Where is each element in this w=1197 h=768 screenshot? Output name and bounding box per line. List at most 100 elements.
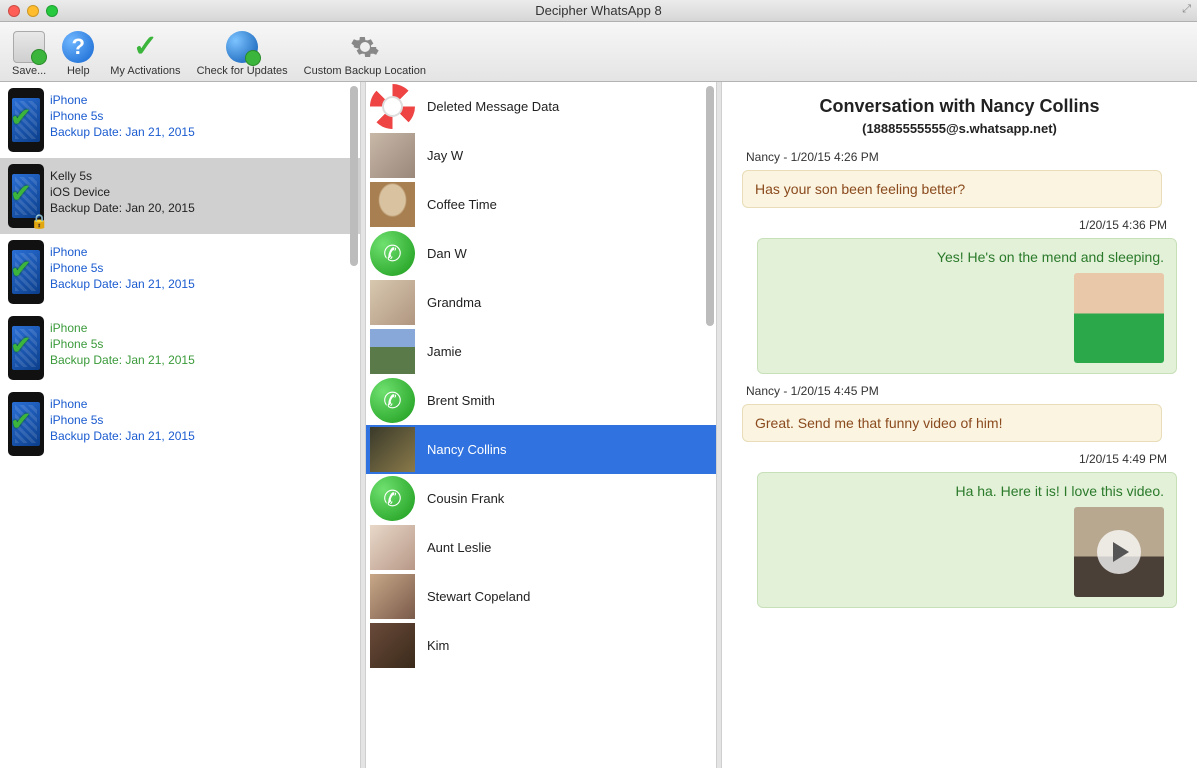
device-text: iPhoneiPhone 5sBackup Date: Jan 21, 2015 <box>50 316 195 380</box>
lifebuoy-icon <box>370 84 415 129</box>
conversation-title: Conversation with Nancy Collins <box>742 96 1177 117</box>
phone-icon: ✔ <box>8 88 44 152</box>
contact-name: Aunt Leslie <box>427 540 491 555</box>
contact-name: Dan W <box>427 246 467 261</box>
check-overlay-icon: ✔ <box>10 406 32 437</box>
device-date: Backup Date: Jan 20, 2015 <box>50 200 195 216</box>
window-title: Decipher WhatsApp 8 <box>0 3 1197 18</box>
message-text: Has your son been feeling better? <box>755 181 1149 197</box>
contact-name: Nancy Collins <box>427 442 506 457</box>
contact-item[interactable]: ✆Dan W <box>366 229 716 278</box>
message-outgoing: Ha ha. Here it is! I love this video. <box>757 472 1177 608</box>
device-item[interactable]: ✔iPhoneiPhone 5sBackup Date: Jan 21, 201… <box>0 82 360 158</box>
backup-location-button[interactable]: Custom Backup Location <box>298 25 432 79</box>
contact-item[interactable]: ✆ Brent Smith <box>366 376 716 425</box>
lock-icon: 🔒 <box>31 213 48 230</box>
avatar-icon <box>370 133 415 178</box>
check-overlay-icon: ✔ <box>10 178 32 209</box>
conversation-subtitle: (18885555555@s.whatsapp.net) <box>742 121 1177 136</box>
toolbar: Save... ? Help ✓ My Activations Check fo… <box>0 22 1197 82</box>
video-attachment[interactable] <box>1074 507 1164 597</box>
contact-name: Cousin Frank <box>427 491 504 506</box>
device-item[interactable]: ✔ iPhoneiPhone 5sBackup Date: Jan 21, 201… <box>0 386 360 462</box>
save-label: Save... <box>12 65 46 77</box>
contact-name: Kim <box>427 638 449 653</box>
message-text: Great. Send me that funny video of him! <box>755 415 1149 431</box>
device-date: Backup Date: Jan 21, 2015 <box>50 276 195 292</box>
check-overlay-icon: ✔ <box>10 254 32 285</box>
message-outgoing: Yes! He's on the mend and sleeping. <box>757 238 1177 374</box>
save-button[interactable]: Save... <box>6 25 52 79</box>
message-meta: Nancy - 1/20/15 4:45 PM <box>746 384 1177 398</box>
device-item[interactable]: ✔ iPhoneiPhone 5sBackup Date: Jan 21, 201… <box>0 310 360 386</box>
gear-icon <box>349 31 381 63</box>
contact-item[interactable]: ✆ Cousin Frank <box>366 474 716 523</box>
message-text: Yes! He's on the mend and sleeping. <box>770 249 1164 265</box>
updates-label: Check for Updates <box>197 65 288 77</box>
device-model: iPhone 5s <box>50 412 195 428</box>
expand-icon[interactable]: ⤢ <box>1182 3 1191 16</box>
device-model: iPhone 5s <box>50 108 195 124</box>
message-text: Ha ha. Here it is! I love this video. <box>770 483 1164 499</box>
activations-button[interactable]: ✓ My Activations <box>104 25 186 79</box>
image-attachment[interactable] <box>1074 273 1164 363</box>
device-model: iPhone 5s <box>50 336 195 352</box>
contact-name: Brent Smith <box>427 393 495 408</box>
activations-label: My Activations <box>110 65 180 77</box>
contacts-scrollbar[interactable] <box>702 82 716 768</box>
phone-call-icon: ✆ <box>370 378 415 423</box>
avatar-icon <box>370 623 415 668</box>
titlebar: Decipher WhatsApp 8 ⤢ <box>0 0 1197 22</box>
check-icon: ✓ <box>133 29 158 64</box>
device-model: iOS Device <box>50 184 195 200</box>
device-item[interactable]: ✔ iPhoneiPhone 5sBackup Date: Jan 21, 201… <box>0 234 360 310</box>
contact-item[interactable]: Stewart Copeland <box>366 572 716 621</box>
message-incoming: Has your son been feeling better? <box>742 170 1162 208</box>
avatar-icon <box>370 182 415 227</box>
contact-item[interactable]: Jamie <box>366 327 716 376</box>
help-icon: ? <box>62 31 94 63</box>
device-date: Backup Date: Jan 21, 2015 <box>50 124 195 140</box>
message-incoming: Great. Send me that funny video of him! <box>742 404 1162 442</box>
help-label: Help <box>67 65 90 77</box>
device-text: Kelly 5siOS DeviceBackup Date: Jan 20, 2… <box>50 164 195 228</box>
avatar-icon <box>370 280 415 325</box>
avatar-icon <box>370 574 415 619</box>
contact-item[interactable]: Coffee Time <box>366 180 716 229</box>
device-name: iPhone <box>50 396 195 412</box>
check-overlay-icon: ✔ <box>10 330 32 361</box>
contact-name: Deleted Message Data <box>427 99 559 114</box>
phone-icon: ✔🔒 <box>8 164 44 228</box>
contact-item[interactable]: Nancy Collins <box>366 425 716 474</box>
phone-call-icon: ✆ <box>370 476 415 521</box>
contact-name: Stewart Copeland <box>427 589 530 604</box>
contacts-pane: Deleted Message DataJay WCoffee Time✆Dan… <box>366 82 716 768</box>
device-name: iPhone <box>50 244 195 260</box>
device-item[interactable]: ✔🔒Kelly 5siOS DeviceBackup Date: Jan 20,… <box>0 158 360 234</box>
device-text: iPhoneiPhone 5sBackup Date: Jan 21, 2015 <box>50 88 195 152</box>
contact-item[interactable]: Deleted Message Data <box>366 82 716 131</box>
device-name: iPhone <box>50 320 195 336</box>
contact-item[interactable]: Grandma <box>366 278 716 327</box>
device-date: Backup Date: Jan 21, 2015 <box>50 428 195 444</box>
contact-name: Grandma <box>427 295 481 310</box>
contact-item[interactable]: Jay W <box>366 131 716 180</box>
contact-item[interactable]: Kim <box>366 621 716 670</box>
avatar-icon <box>370 329 415 374</box>
phone-icon: ✔ <box>8 316 44 380</box>
contact-item[interactable]: Aunt Leslie <box>366 523 716 572</box>
message-meta: 1/20/15 4:49 PM <box>746 452 1167 466</box>
contact-name: Jay W <box>427 148 463 163</box>
devices-scrollbar[interactable] <box>346 82 360 768</box>
contact-name: Jamie <box>427 344 462 359</box>
device-date: Backup Date: Jan 21, 2015 <box>50 352 195 368</box>
main-content: ✔iPhoneiPhone 5sBackup Date: Jan 21, 201… <box>0 82 1197 768</box>
help-button[interactable]: ? Help <box>56 25 100 79</box>
avatar-icon <box>370 427 415 472</box>
devices-pane: ✔iPhoneiPhone 5sBackup Date: Jan 21, 201… <box>0 82 360 768</box>
backup-label: Custom Backup Location <box>304 65 426 77</box>
updates-button[interactable]: Check for Updates <box>191 25 294 79</box>
device-model: iPhone 5s <box>50 260 195 276</box>
play-icon <box>1074 507 1164 597</box>
contact-name: Coffee Time <box>427 197 497 212</box>
